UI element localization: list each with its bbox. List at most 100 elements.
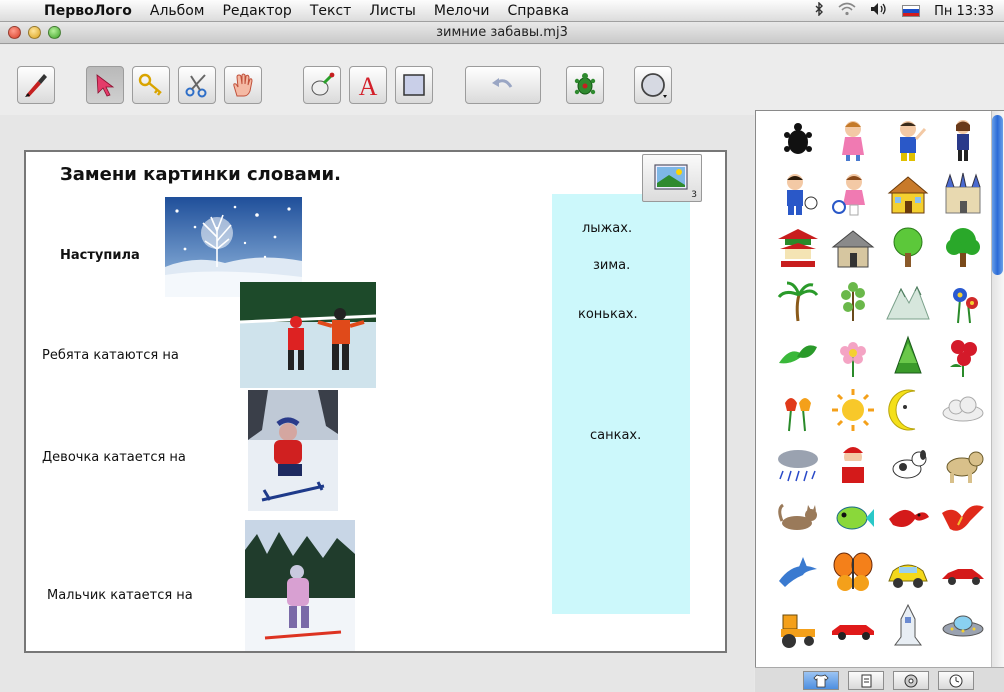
menu-editor[interactable]: Редактор bbox=[222, 3, 291, 19]
bluetooth-icon[interactable] bbox=[814, 1, 824, 20]
shape-mountain[interactable] bbox=[880, 275, 935, 329]
window-title: зимние забавы.mj3 bbox=[436, 25, 568, 40]
sentence-3[interactable]: Девочка катается на bbox=[42, 450, 186, 465]
shape-boy-waving[interactable] bbox=[880, 113, 935, 167]
shape-castle[interactable] bbox=[935, 167, 990, 221]
shape-fir-bush[interactable] bbox=[880, 329, 935, 383]
menu-misc[interactable]: Мелочи bbox=[434, 3, 490, 19]
menu-sheets[interactable]: Листы bbox=[369, 3, 416, 19]
sentence-4[interactable]: Мальчик катается на bbox=[47, 588, 193, 603]
color-picker-button[interactable] bbox=[634, 66, 672, 104]
music-tab[interactable] bbox=[938, 671, 974, 690]
undo-button[interactable] bbox=[465, 66, 541, 104]
page-canvas[interactable]: Замени картинки словами. Наступила Ребят… bbox=[24, 150, 727, 653]
shape-space-shuttle[interactable] bbox=[880, 599, 935, 653]
pages-tab[interactable] bbox=[848, 671, 884, 690]
sentence-2[interactable]: Ребята катаются на bbox=[42, 348, 179, 363]
sounds-tab[interactable] bbox=[893, 671, 929, 690]
shape-cat[interactable] bbox=[770, 491, 825, 545]
palette-scrollbar[interactable] bbox=[991, 111, 1004, 668]
space-shuttle-icon bbox=[893, 603, 922, 646]
shape-pink-flower[interactable] bbox=[825, 329, 880, 383]
brush-tool-button[interactable] bbox=[17, 66, 55, 104]
shape-girl-tennis[interactable] bbox=[825, 167, 880, 221]
shape-crescent-moon[interactable] bbox=[880, 383, 935, 437]
shape-tree-round[interactable] bbox=[880, 221, 935, 275]
window-titlebar[interactable]: зимние забавы.mj3 bbox=[0, 22, 1004, 44]
shapes-tab[interactable] bbox=[803, 671, 839, 690]
shape-small-tree[interactable] bbox=[825, 275, 880, 329]
menubar-clock[interactable]: Пн 13:33 bbox=[934, 4, 994, 19]
kids-skating-image[interactable] bbox=[240, 282, 376, 388]
shape-turtle[interactable] bbox=[770, 113, 825, 167]
hut-icon bbox=[831, 230, 874, 268]
palette-scroll-thumb[interactable] bbox=[992, 115, 1003, 275]
pagoda-icon bbox=[777, 229, 818, 267]
language-flag-icon[interactable] bbox=[902, 5, 921, 17]
shape-leaves[interactable] bbox=[770, 329, 825, 383]
shape-pagoda[interactable] bbox=[770, 221, 825, 275]
race-car-icon bbox=[831, 625, 874, 640]
scissors-icon bbox=[185, 74, 207, 98]
shape-boy-tennis[interactable] bbox=[770, 167, 825, 221]
shape-red-bird-2[interactable] bbox=[935, 491, 990, 545]
shape-ufo[interactable] bbox=[935, 599, 990, 653]
menu-text[interactable]: Текст bbox=[310, 3, 351, 19]
shape-palm-tree[interactable] bbox=[770, 275, 825, 329]
shape-cloud[interactable] bbox=[935, 383, 990, 437]
small-tree-icon bbox=[840, 282, 865, 321]
shape-tulips[interactable] bbox=[770, 383, 825, 437]
wifi-icon[interactable] bbox=[838, 2, 856, 20]
shape-blue-flowers[interactable] bbox=[935, 275, 990, 329]
scissors-tool-button[interactable] bbox=[178, 66, 216, 104]
menu-album[interactable]: Альбом bbox=[150, 3, 205, 19]
shape-tree-green[interactable] bbox=[935, 221, 990, 275]
answer-sled[interactable]: санках. bbox=[590, 428, 641, 443]
hand-tool-button[interactable] bbox=[224, 66, 262, 104]
turtle-pen-button[interactable] bbox=[303, 66, 341, 104]
fir-bush-icon bbox=[893, 335, 922, 374]
shapes-grid bbox=[770, 113, 990, 653]
rectangle-tool-button[interactable] bbox=[395, 66, 433, 104]
shape-dog-tan[interactable] bbox=[935, 437, 990, 491]
shape-girl[interactable] bbox=[825, 113, 880, 167]
shape-sun[interactable] bbox=[825, 383, 880, 437]
answer-winter[interactable]: зима. bbox=[593, 258, 630, 273]
volume-icon[interactable] bbox=[870, 2, 888, 20]
shape-fish[interactable] bbox=[825, 491, 880, 545]
image-picker-button[interactable]: 3 bbox=[642, 154, 702, 202]
shape-dolphin[interactable] bbox=[770, 545, 825, 599]
shape-santa[interactable] bbox=[825, 437, 880, 491]
shape-tractor[interactable] bbox=[770, 599, 825, 653]
dog-tan-icon bbox=[946, 451, 983, 483]
menu-app-name[interactable]: ПервоЛого bbox=[44, 3, 132, 19]
sentence-1[interactable]: Наступила bbox=[60, 248, 140, 263]
text-tool-button[interactable]: A bbox=[349, 66, 387, 104]
shape-house[interactable] bbox=[880, 167, 935, 221]
shape-yellow-car[interactable] bbox=[880, 545, 935, 599]
undo-arrow-icon bbox=[492, 78, 513, 88]
shape-red-flower[interactable] bbox=[935, 329, 990, 383]
shape-dog-white[interactable] bbox=[880, 437, 935, 491]
girl-sledding-image[interactable] bbox=[248, 390, 338, 511]
shape-race-car[interactable] bbox=[825, 599, 880, 653]
menu-help[interactable]: Справка bbox=[507, 3, 569, 19]
answer-skis[interactable]: лыжах. bbox=[582, 221, 632, 236]
shape-schoolgirl[interactable] bbox=[935, 113, 990, 167]
shape-red-car[interactable] bbox=[935, 545, 990, 599]
blue-flowers-icon bbox=[952, 288, 978, 324]
boy-skiing-image[interactable] bbox=[245, 520, 355, 651]
red-car-icon bbox=[941, 569, 984, 585]
menubar: ПервоЛого Альбом Редактор Текст Листы Ме… bbox=[0, 0, 1004, 22]
apple-menu-icon[interactable] bbox=[10, 2, 32, 20]
shape-hut[interactable] bbox=[825, 221, 880, 275]
ufo-icon bbox=[942, 615, 983, 637]
shape-red-bird[interactable] bbox=[880, 491, 935, 545]
key-tool-button[interactable] bbox=[132, 66, 170, 104]
new-turtle-button[interactable] bbox=[566, 66, 604, 104]
select-arrow-button[interactable] bbox=[86, 66, 124, 104]
shape-butterfly[interactable] bbox=[825, 545, 880, 599]
red-flower-icon bbox=[949, 340, 977, 377]
answer-skates[interactable]: коньках. bbox=[578, 307, 638, 322]
shape-rain-cloud[interactable] bbox=[770, 437, 825, 491]
